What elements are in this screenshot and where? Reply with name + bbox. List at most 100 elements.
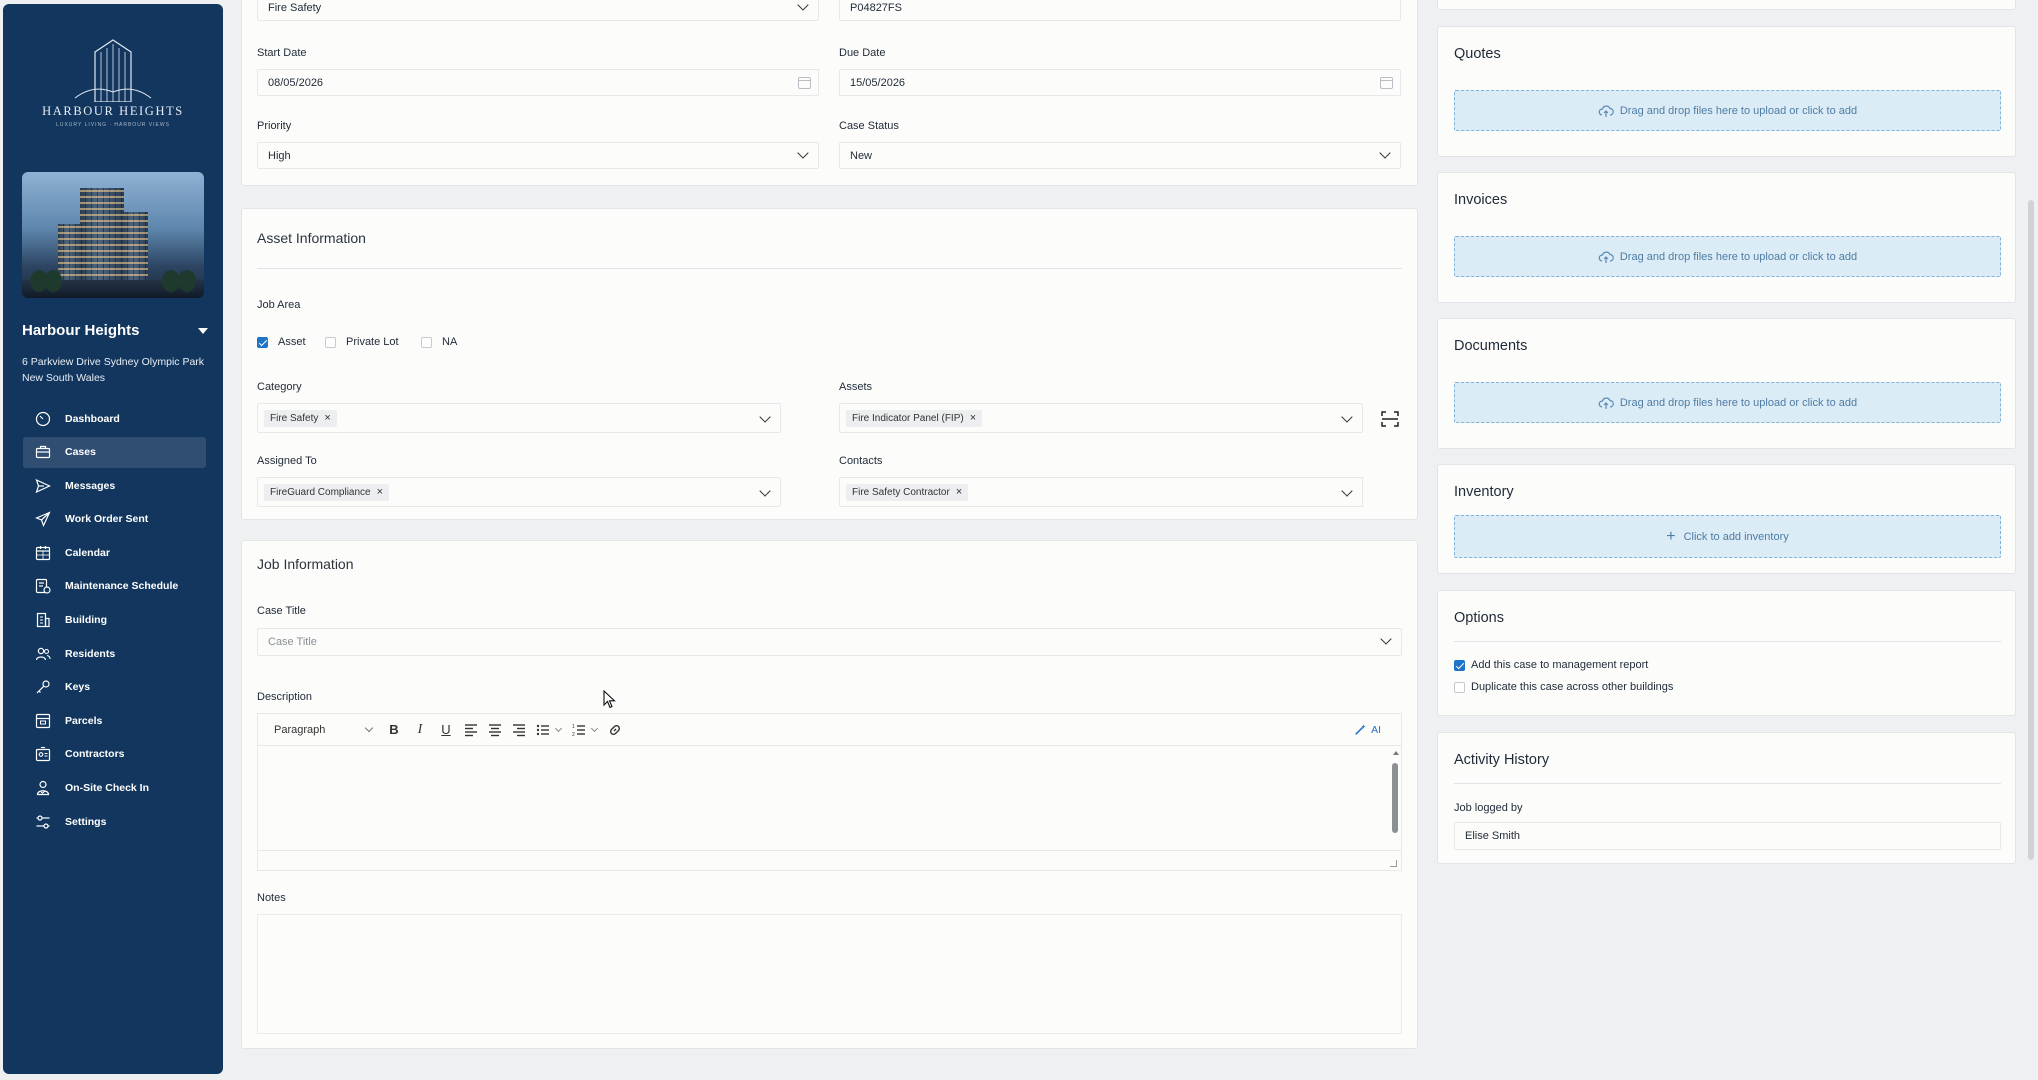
checkbox-unchecked-icon[interactable] (1454, 681, 1465, 693)
sidebar-item-maintenance-schedule[interactable]: Maintenance Schedule (23, 571, 206, 602)
sidebar-item-work-order-sent[interactable]: Work Order Sent (23, 504, 206, 535)
due-date-input[interactable]: 15/05/2026 (839, 69, 1401, 96)
invoices-title: Invoices (1454, 192, 1508, 208)
numbered-list-icon[interactable]: 12 (572, 720, 586, 740)
description-editor[interactable] (257, 745, 1402, 871)
sidebar-item-on-site-check-in[interactable]: On-Site Check In (23, 773, 206, 804)
bullet-list-icon[interactable] (536, 720, 550, 740)
priority-value: High (268, 149, 291, 162)
paragraph-select[interactable]: Paragraph (270, 720, 376, 740)
sidebar-item-dashboard[interactable]: Dashboard (23, 403, 206, 434)
sidebar-item-label: On-Site Check In (65, 782, 150, 795)
add-inventory-button[interactable]: + Click to add inventory (1454, 515, 2001, 558)
send-icon (35, 478, 51, 493)
job-area-private-lot-checkbox[interactable]: Private Lot (325, 336, 399, 348)
management-report-checkbox[interactable]: Add this case to management report (1454, 659, 1648, 671)
chevron-down-icon (797, 147, 809, 159)
due-date-label: Due Date (839, 47, 886, 59)
sidebar-item-cases[interactable]: Cases (23, 436, 206, 468)
sidebar-item-settings[interactable]: Settings (23, 806, 206, 837)
remove-tag-icon[interactable]: × (970, 412, 976, 424)
underline-icon[interactable]: U (438, 720, 454, 740)
inventory-title: Inventory (1454, 484, 1514, 500)
editor-scrollbar[interactable] (1392, 751, 1399, 837)
sidebar-item-parcels[interactable]: Parcels (23, 705, 206, 736)
building-photo (22, 172, 204, 298)
resize-handle-icon[interactable] (1390, 860, 1397, 867)
assigned-to-tag: FireGuard Compliance × (264, 483, 390, 501)
case-title-select[interactable]: Case Title (257, 628, 1402, 656)
scan-barcode-icon[interactable] (1381, 411, 1399, 427)
sidebar-item-label: Settings (65, 815, 107, 828)
chevron-down-icon (759, 485, 771, 497)
align-left-icon[interactable] (464, 720, 478, 740)
checkbox-checked-icon[interactable] (1454, 659, 1465, 671)
align-right-icon[interactable] (512, 720, 526, 740)
sidebar-item-label: Work Order Sent (65, 513, 149, 526)
documents-dropzone[interactable]: Drag and drop files here to upload or cl… (1454, 382, 2001, 423)
checkbox-unchecked-icon[interactable] (325, 336, 336, 348)
sidebar-item-residents[interactable]: Residents (23, 638, 206, 669)
assigned-to-multiselect[interactable]: FireGuard Compliance × (257, 477, 781, 507)
sidebar-item-contractors[interactable]: Contractors (23, 739, 206, 770)
sidebar-item-label: Residents (65, 647, 116, 660)
sidebar-item-messages[interactable]: Messages (23, 470, 206, 501)
start-date-value: 08/05/2026 (268, 76, 324, 89)
sidebar-item-calendar[interactable]: Calendar (23, 537, 206, 568)
duplicate-case-checkbox[interactable]: Duplicate this case across other buildin… (1454, 681, 1673, 693)
assets-multiselect[interactable]: Fire Indicator Panel (FIP) × (839, 403, 1363, 433)
start-date-input[interactable]: 08/05/2026 (257, 69, 819, 96)
calendar-icon[interactable] (1380, 77, 1393, 89)
category-multiselect[interactable]: Fire Safety × (257, 403, 781, 433)
options-title: Options (1454, 610, 1504, 626)
link-icon[interactable] (608, 720, 622, 740)
priority-label: Priority (257, 120, 292, 132)
checkbox-checked-icon[interactable] (257, 336, 268, 348)
remove-tag-icon[interactable]: × (324, 412, 330, 424)
caret-down-icon (198, 327, 208, 334)
checkbox-unchecked-icon[interactable] (421, 336, 432, 348)
page-scrollbar[interactable] (2028, 200, 2034, 860)
job-area-asset-checkbox[interactable]: Asset (257, 336, 306, 348)
contacts-tag: Fire Safety Contractor × (846, 483, 969, 501)
sidebar-item-building[interactable]: Building (23, 605, 206, 636)
sidebar-item-label: Contractors (65, 748, 125, 761)
calendar-icon[interactable] (798, 77, 811, 89)
chevron-down-icon[interactable] (554, 720, 562, 740)
job-logged-label: Job logged by (1454, 802, 1523, 814)
settings-icon (36, 815, 50, 829)
briefcase-icon (35, 445, 51, 459)
chevron-down-icon[interactable] (590, 720, 598, 740)
checkbox-label: Add this case to management report (1471, 659, 1649, 671)
italic-icon[interactable]: I (412, 720, 428, 740)
bold-icon[interactable]: B (386, 720, 402, 740)
ai-assist-button[interactable]: AI (1354, 720, 1381, 740)
dropzone-text: Drag and drop files here to upload or cl… (1619, 396, 1858, 409)
category-select-top[interactable]: Fire Safety (257, 0, 819, 21)
notes-textarea[interactable] (257, 914, 1402, 1034)
priority-select[interactable]: High (257, 142, 819, 169)
checkbox-label: Private Lot (346, 336, 399, 348)
remove-tag-icon[interactable]: × (377, 486, 383, 498)
category-label: Category (257, 381, 302, 393)
po-number-field[interactable]: P04827FS (839, 0, 1401, 21)
mouse-cursor-icon (603, 690, 616, 709)
divider (1454, 641, 2001, 642)
assets-tag: Fire Indicator Panel (FIP) × (846, 409, 983, 427)
quotes-dropzone[interactable]: Drag and drop files here to upload or cl… (1454, 90, 2001, 131)
contacts-multiselect[interactable]: Fire Safety Contractor × (839, 477, 1363, 507)
align-center-icon[interactable] (488, 720, 502, 740)
sidebar-item-keys[interactable]: Keys (23, 672, 206, 703)
property-selector[interactable]: Harbour Heights (22, 322, 212, 339)
case-status-select[interactable]: New (839, 142, 1401, 169)
sidebar: HARBOUR HEIGHTS LUXURY LIVING · HARBOUR … (3, 4, 223, 1074)
job-area-na-checkbox[interactable]: NA (421, 336, 457, 348)
sidebar-item-label: Parcels (65, 714, 103, 727)
sidebar-item-label: Calendar (65, 546, 110, 559)
divider (257, 268, 1402, 269)
case-title-placeholder: Case Title (268, 636, 317, 648)
remove-tag-icon[interactable]: × (956, 486, 962, 498)
assigned-to-label: Assigned To (257, 455, 317, 467)
invoices-dropzone[interactable]: Drag and drop files here to upload or cl… (1454, 236, 2001, 277)
logo-text: HARBOUR HEIGHTS (42, 104, 184, 118)
